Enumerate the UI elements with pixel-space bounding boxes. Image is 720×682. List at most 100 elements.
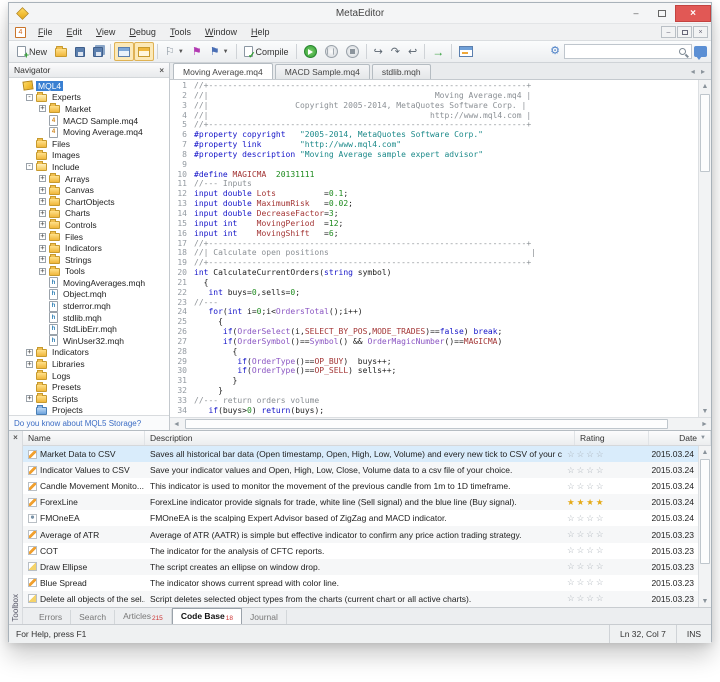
tree-item-charts[interactable]: +Charts: [9, 208, 169, 220]
code-line[interactable]: 1//+------------------------------------…: [170, 81, 698, 91]
tree-item-market[interactable]: +Market: [9, 103, 169, 115]
tree-item-projects[interactable]: Projects: [9, 405, 169, 415]
tree-item-libraries[interactable]: +Libraries: [9, 358, 169, 370]
table-row[interactable]: Blue SpreadThe indicator shows current s…: [23, 575, 698, 591]
cell-rating[interactable]: ☆☆☆☆: [562, 575, 636, 591]
code-line[interactable]: 21 {: [170, 278, 698, 288]
tree-item-presets[interactable]: Presets: [9, 381, 169, 393]
tree-expander-icon[interactable]: +: [26, 349, 33, 356]
scroll-right-icon[interactable]: ►: [698, 418, 711, 430]
open-terminal-button[interactable]: [455, 42, 477, 61]
tree-item-indicators[interactable]: +Indicators: [9, 242, 169, 254]
cell-rating[interactable]: ☆☆☆☆: [562, 591, 636, 607]
tree-item-mql4[interactable]: MQL4: [9, 80, 169, 92]
maximize-button[interactable]: [649, 5, 675, 22]
code-line[interactable]: 7#property link "http://www.mql4.com": [170, 140, 698, 150]
minimize-button[interactable]: –: [623, 5, 649, 22]
tree-expander-icon[interactable]: +: [39, 245, 46, 252]
code-line[interactable]: 6#property copyright "2005-2014, MetaQuo…: [170, 130, 698, 140]
tree-item-arrays[interactable]: +Arrays: [9, 173, 169, 185]
table-row[interactable]: Average of ATRAverage of ATR (AATR) is s…: [23, 526, 698, 542]
code-line[interactable]: 33//--- return orders volume: [170, 396, 698, 406]
code-line[interactable]: 28 {: [170, 347, 698, 357]
tree-expander-icon[interactable]: +: [39, 105, 46, 112]
table-row[interactable]: FMOneEAFMOneEA is the scalping Expert Ad…: [23, 510, 698, 526]
tree-expander-icon[interactable]: +: [39, 175, 46, 182]
code-line[interactable]: 29 if(OrderType()==OP_BUY) buys++;: [170, 357, 698, 367]
search-icon[interactable]: [679, 48, 686, 55]
code-line[interactable]: 8#property description "Moving Average s…: [170, 150, 698, 160]
menu-file[interactable]: File: [31, 25, 60, 39]
code-line[interactable]: 2//| Moving Average.mq4 |: [170, 91, 698, 101]
tree-item-indicators[interactable]: +Indicators: [9, 347, 169, 359]
code-line[interactable]: 31 }: [170, 376, 698, 386]
stop-debug-button[interactable]: [342, 42, 363, 61]
tree-item-object-mqh[interactable]: hObject.mqh: [9, 289, 169, 301]
tree-expander-icon[interactable]: +: [39, 198, 46, 205]
tree-item-chartobjects[interactable]: +ChartObjects: [9, 196, 169, 208]
editor-tab-moving-average-mq4[interactable]: Moving Average.mq4: [173, 63, 273, 79]
tree-expander-icon[interactable]: +: [26, 361, 33, 368]
code-line[interactable]: 4//| http://www.mql4.com |: [170, 111, 698, 121]
cell-rating[interactable]: ☆☆☆☆: [562, 462, 636, 478]
menu-help[interactable]: Help: [244, 25, 277, 39]
code-line[interactable]: 17//+-----------------------------------…: [170, 239, 698, 249]
cell-rating[interactable]: ☆☆☆☆: [562, 478, 636, 494]
tree-item-stderror-mqh[interactable]: hstderror.mqh: [9, 300, 169, 312]
tree-item-include[interactable]: -Include: [9, 161, 169, 173]
mdi-restore-button[interactable]: [677, 26, 692, 38]
toggle-navigator-button[interactable]: [134, 42, 154, 61]
cell-rating[interactable]: ☆☆☆☆: [562, 543, 636, 559]
mdi-minimize-button[interactable]: –: [661, 26, 676, 38]
tree-item-logs[interactable]: Logs: [9, 370, 169, 382]
toolbox-close-icon[interactable]: ×: [13, 431, 18, 442]
tree-item-files[interactable]: Files: [9, 138, 169, 150]
scroll-down-icon[interactable]: ▼: [699, 405, 711, 417]
tree-item-experts[interactable]: -Experts: [9, 92, 169, 104]
tree-item-winuser32-mqh[interactable]: hWinUser32.mqh: [9, 335, 169, 347]
tree-expander-icon[interactable]: +: [39, 233, 46, 240]
code-line[interactable]: 24 for(int i=0;i<OrdersTotal();i++): [170, 307, 698, 317]
tree-item-scripts[interactable]: +Scripts: [9, 393, 169, 405]
column-header-rating[interactable]: Rating: [575, 431, 649, 445]
code-line[interactable]: 11//--- Inputs: [170, 179, 698, 189]
code-line[interactable]: 25 {: [170, 317, 698, 327]
code-line[interactable]: 34 if(buys>0) return(buys);: [170, 406, 698, 416]
start-debug-button[interactable]: [300, 42, 321, 61]
code-line[interactable]: 12input double Lots =0.1;: [170, 189, 698, 199]
continue-button[interactable]: →: [428, 42, 448, 61]
column-header-description[interactable]: Description: [145, 431, 575, 445]
tree-expander-icon[interactable]: -: [26, 163, 33, 170]
code-line[interactable]: 9: [170, 160, 698, 170]
toolbar-search-input[interactable]: [564, 44, 692, 59]
tree-item-images[interactable]: Images: [9, 150, 169, 162]
code-line[interactable]: 30 if(OrderType()==OP_SELL) sells++;: [170, 366, 698, 376]
table-row[interactable]: Indicator Values to CSVSave your indicat…: [23, 462, 698, 478]
editor-tab-stdlib-mqh[interactable]: stdlib.mqh: [372, 64, 431, 79]
insert-function-button[interactable]: ⚑▼: [206, 42, 233, 61]
tree-expander-icon[interactable]: -: [26, 94, 33, 101]
code-line[interactable]: 32 }: [170, 386, 698, 396]
tree-expander-icon[interactable]: +: [39, 268, 46, 275]
toolbox-tab-search[interactable]: Search: [71, 610, 115, 624]
code-line[interactable]: 22 int buys=0,sells=0;: [170, 288, 698, 298]
scroll-down-icon[interactable]: ▼: [699, 595, 711, 607]
code-line[interactable]: 19//+-----------------------------------…: [170, 258, 698, 268]
toggle-toolbox-button[interactable]: [114, 42, 134, 61]
menu-edit[interactable]: Edit: [60, 25, 90, 39]
tree-item-stdliberr-mqh[interactable]: hStdLibErr.mqh: [9, 323, 169, 335]
tree-item-files[interactable]: +Files: [9, 231, 169, 243]
cell-rating[interactable]: ★★★★: [562, 494, 636, 510]
code-line[interactable]: 16input int MovingShift =6;: [170, 229, 698, 239]
scroll-left-icon[interactable]: ◄: [170, 418, 183, 430]
code-line[interactable]: 14input double DecreaseFactor=3;: [170, 209, 698, 219]
tree-item-movingaverages-mqh[interactable]: hMovingAverages.mqh: [9, 277, 169, 289]
toolbox-tab-errors[interactable]: Errors: [31, 610, 71, 624]
menu-debug[interactable]: Debug: [122, 25, 163, 39]
code-line[interactable]: 10#define MAGICMA 20131111: [170, 170, 698, 180]
menu-window[interactable]: Window: [198, 25, 244, 39]
step-into-button[interactable]: ↪: [370, 42, 387, 61]
styler-button[interactable]: ⚐▼: [161, 42, 188, 61]
editor-horizontal-scrollbar[interactable]: ◄ ►: [170, 417, 711, 430]
column-header-name[interactable]: Name: [23, 431, 145, 445]
